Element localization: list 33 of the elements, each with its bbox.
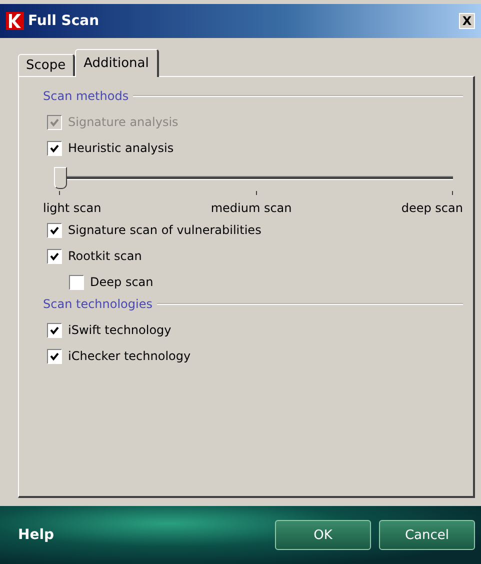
checkbox-label: iChecker technology — [68, 349, 191, 363]
checkbox[interactable] — [47, 322, 62, 338]
dialog-button[interactable]: OK — [275, 520, 371, 550]
group-title: Scan technologies — [43, 297, 152, 311]
checkbox-label: Rootkit scan — [68, 249, 142, 263]
tick-label: light scan — [43, 201, 102, 215]
checkbox-label: Heuristic analysis — [68, 141, 174, 155]
checkbox-label: Signature analysis — [68, 115, 178, 129]
checkbox[interactable] — [47, 348, 62, 364]
app-logo-icon — [6, 12, 24, 30]
checkbox[interactable] — [47, 248, 62, 264]
checkbox[interactable] — [69, 274, 84, 290]
check-mark-icon — [50, 352, 59, 360]
checkbox[interactable] — [47, 140, 62, 156]
checkbox-label: Deep scan — [90, 275, 154, 289]
tab[interactable]: Scope — [18, 54, 75, 76]
help-link[interactable]: Help — [18, 527, 267, 543]
check-mark-icon — [50, 144, 59, 152]
window-title: Full Scan — [28, 13, 100, 29]
group-title: Scan methods — [43, 89, 129, 103]
slider-thumb[interactable] — [54, 167, 67, 189]
dialog-button[interactable]: Cancel — [379, 520, 475, 550]
tab[interactable]: Additional — [74, 49, 159, 77]
tick-label: medium scan — [210, 201, 292, 215]
checkbox-label: Signature scan of vulnerabilities — [68, 223, 262, 237]
check-mark-icon — [50, 118, 59, 126]
tick-label: deep scan — [401, 201, 463, 215]
check-mark-icon — [50, 252, 59, 260]
check-mark-icon — [50, 326, 59, 334]
close-button[interactable]: X — [459, 13, 475, 29]
checkbox-label: iSwift technology — [68, 323, 172, 337]
check-mark-icon — [50, 226, 59, 234]
checkbox[interactable] — [47, 222, 62, 238]
